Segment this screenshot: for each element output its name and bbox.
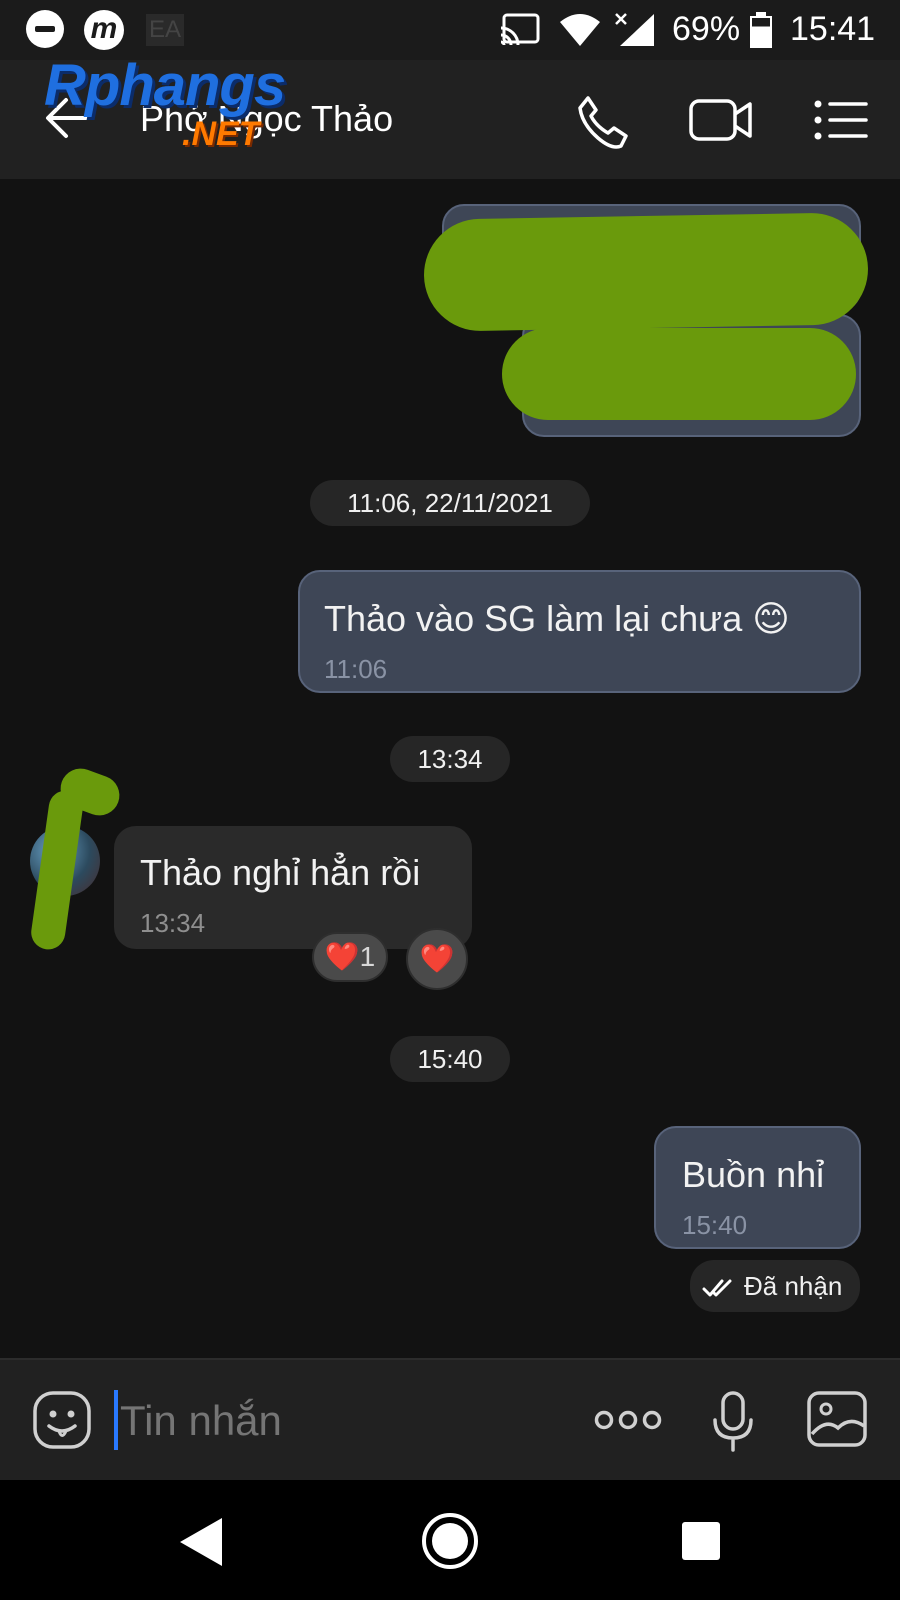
delivery-status-badge: Đã nhận bbox=[690, 1260, 860, 1312]
message-time: 15:40 bbox=[682, 1210, 748, 1240]
nav-home-icon[interactable] bbox=[422, 1513, 478, 1569]
wifi-icon bbox=[560, 14, 600, 46]
watermark-logo-suffix: .NET bbox=[182, 115, 260, 153]
signal-icon bbox=[615, 13, 654, 46]
message-text: Thảo nghỉ hẳn rồi bbox=[140, 852, 421, 893]
double-check-icon bbox=[702, 1279, 732, 1297]
time-separator-label: 15:40 bbox=[417, 1044, 483, 1074]
phone-call-icon[interactable] bbox=[574, 94, 630, 150]
nav-back-icon[interactable] bbox=[178, 1516, 224, 1568]
image-gallery-icon[interactable] bbox=[806, 1390, 868, 1448]
clock: 15:41 bbox=[790, 10, 876, 48]
time-separator: 13:34 bbox=[390, 736, 510, 782]
time-separator-label: 13:34 bbox=[417, 744, 483, 774]
add-reaction-button[interactable]: ❤️ bbox=[406, 928, 468, 990]
message-bubble-outgoing[interactable]: Buồn nhỉ 15:40 bbox=[654, 1126, 861, 1249]
more-options-icon[interactable] bbox=[594, 1406, 662, 1434]
message-time: 13:34 bbox=[140, 908, 206, 938]
message-input[interactable] bbox=[118, 1388, 562, 1454]
message-text: Thảo vào SG làm lại chưa 😊 bbox=[324, 598, 790, 639]
messenger-app-icon: m bbox=[84, 10, 124, 50]
dnd-icon bbox=[26, 10, 64, 48]
redaction-scribble bbox=[502, 328, 856, 420]
heart-reaction-icon: ❤️ bbox=[419, 943, 455, 974]
date-separator-label: 11:06, 22/11/2021 bbox=[347, 488, 553, 518]
message-bubble-outgoing[interactable]: Thảo vào SG làm lại chưa 😊 11:06 bbox=[298, 570, 861, 693]
message-bubble-incoming[interactable]: Thảo nghỉ hẳn rồi 13:34 bbox=[114, 826, 472, 949]
battery-percent: 69% bbox=[672, 10, 741, 48]
heart-reaction-icon: ❤️ bbox=[324, 941, 360, 972]
delivery-status-text: Đã nhận bbox=[744, 1271, 843, 1301]
cast-icon bbox=[500, 13, 540, 46]
microphone-icon[interactable] bbox=[710, 1390, 756, 1454]
notification-app-icon: EA bbox=[146, 14, 184, 46]
reaction-count: 1 bbox=[359, 941, 376, 972]
message-time: 11:06 bbox=[324, 654, 388, 684]
status-bar: m EA 69% 15:41 bbox=[0, 0, 900, 60]
date-separator: 11:06, 22/11/2021 bbox=[310, 480, 590, 526]
sticker-emoji-icon[interactable] bbox=[32, 1390, 92, 1450]
menu-list-icon[interactable] bbox=[814, 100, 868, 140]
reaction-count-badge[interactable]: ❤️1 bbox=[312, 932, 388, 982]
video-call-icon[interactable] bbox=[688, 96, 754, 144]
time-separator: 15:40 bbox=[390, 1036, 510, 1082]
message-text: Buồn nhỉ bbox=[682, 1154, 825, 1195]
nav-recents-icon[interactable] bbox=[682, 1522, 720, 1560]
watermark-logo: Rphangs bbox=[44, 53, 286, 118]
battery-icon bbox=[750, 12, 772, 48]
redaction-scribble bbox=[423, 212, 869, 332]
